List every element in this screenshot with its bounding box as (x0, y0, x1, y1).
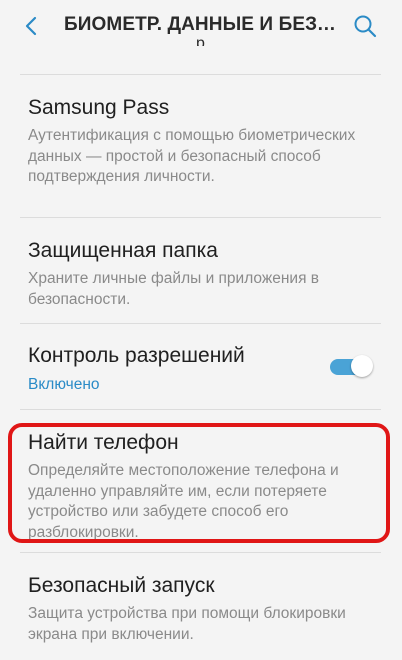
search-icon[interactable] (352, 13, 378, 39)
back-icon[interactable] (21, 15, 43, 37)
secure-startup-item[interactable]: Безопасный запуск Защита устройства при … (28, 573, 378, 645)
divider (20, 409, 381, 410)
item-description: Определяйте местоположение телефона и уд… (28, 462, 339, 541)
page-title: БИОМЕТР. ДАННЫЕ И БЕЗОПАСНОСТЬ (64, 14, 349, 35)
secure-folder-item[interactable]: Защищенная папка Храните личные файлы и … (28, 238, 378, 310)
item-title: Samsung Pass (28, 96, 170, 119)
item-status: Включено (28, 376, 100, 393)
divider (20, 552, 381, 553)
partial-item-text: р (196, 36, 205, 46)
permission-control-toggle[interactable] (329, 353, 373, 379)
item-description: Аутентификация с помощью биометрических … (28, 127, 356, 185)
toggle-knob (351, 355, 373, 377)
item-description: Храните личные файлы и приложения в безо… (28, 270, 320, 308)
item-title: Безопасный запуск (28, 574, 215, 597)
divider (20, 217, 381, 218)
divider (20, 74, 381, 75)
find-my-phone-item[interactable]: Найти телефон Определяйте местоположение… (28, 430, 378, 543)
item-description: Защита устройства при помощи блокировки … (28, 605, 346, 643)
item-title: Найти телефон (28, 431, 179, 454)
item-title: Защищенная папка (28, 239, 218, 262)
permission-control-item[interactable]: Контроль разрешений Включено (28, 343, 308, 395)
divider (20, 323, 381, 324)
samsung-pass-item[interactable]: Samsung Pass Аутентификация с помощью би… (28, 95, 378, 188)
item-title: Контроль разрешений (28, 344, 245, 367)
